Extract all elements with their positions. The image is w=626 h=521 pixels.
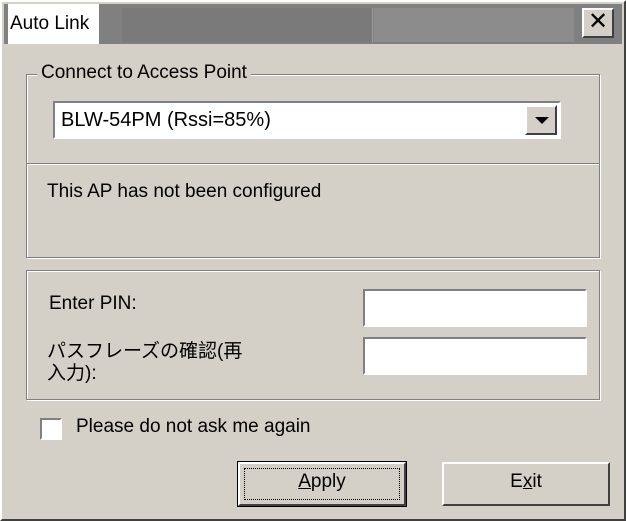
close-button[interactable]: ✕ — [582, 8, 614, 38]
do-not-ask-checkbox[interactable] — [40, 418, 62, 440]
exit-label-rest: it — [532, 471, 542, 492]
pin-label: Enter PIN: — [49, 293, 137, 314]
window-title: Auto Link — [8, 4, 100, 44]
passphrase-input-field[interactable] — [365, 339, 585, 373]
access-point-dropdown[interactable]: BLW-54PM (Rssi=85%) — [53, 101, 561, 139]
close-icon: ✕ — [587, 8, 609, 35]
dropdown-button[interactable] — [525, 105, 557, 135]
group-legend: Connect to Access Point — [37, 62, 251, 84]
connect-to-access-point-group: Connect to Access Point BLW-54PM (Rssi=8… — [26, 62, 600, 258]
title-bar-band-right — [374, 8, 574, 42]
chevron-down-icon — [535, 117, 549, 124]
title-bar[interactable]: Auto Link ✕ — [4, 4, 622, 44]
auto-link-dialog: Auto Link ✕ Connect to Access Point BLW-… — [0, 0, 626, 521]
exit-button[interactable]: Exit — [442, 462, 610, 506]
pin-input-field[interactable] — [365, 291, 585, 325]
exit-label-start: E — [510, 471, 523, 492]
group-divider — [27, 163, 599, 165]
do-not-ask-label[interactable]: Please do not ask me again — [76, 416, 311, 438]
apply-button[interactable]: Apply — [237, 461, 407, 507]
apply-mnemonic: A — [298, 471, 311, 492]
passphrase-input[interactable] — [363, 337, 587, 375]
pin-input[interactable] — [363, 289, 587, 327]
apply-label-rest: pply — [310, 471, 346, 492]
pin-entry-group: Enter PIN: パスフレーズの確認(再入力): — [26, 270, 600, 400]
ap-status-text: This AP has not been configured — [47, 181, 322, 202]
selected-access-point: BLW-54PM (Rssi=85%) — [61, 109, 271, 131]
title-bar-band — [122, 8, 373, 42]
exit-mnemonic: x — [522, 471, 533, 492]
passphrase-label: パスフレーズの確認(再入力): — [47, 341, 243, 384]
